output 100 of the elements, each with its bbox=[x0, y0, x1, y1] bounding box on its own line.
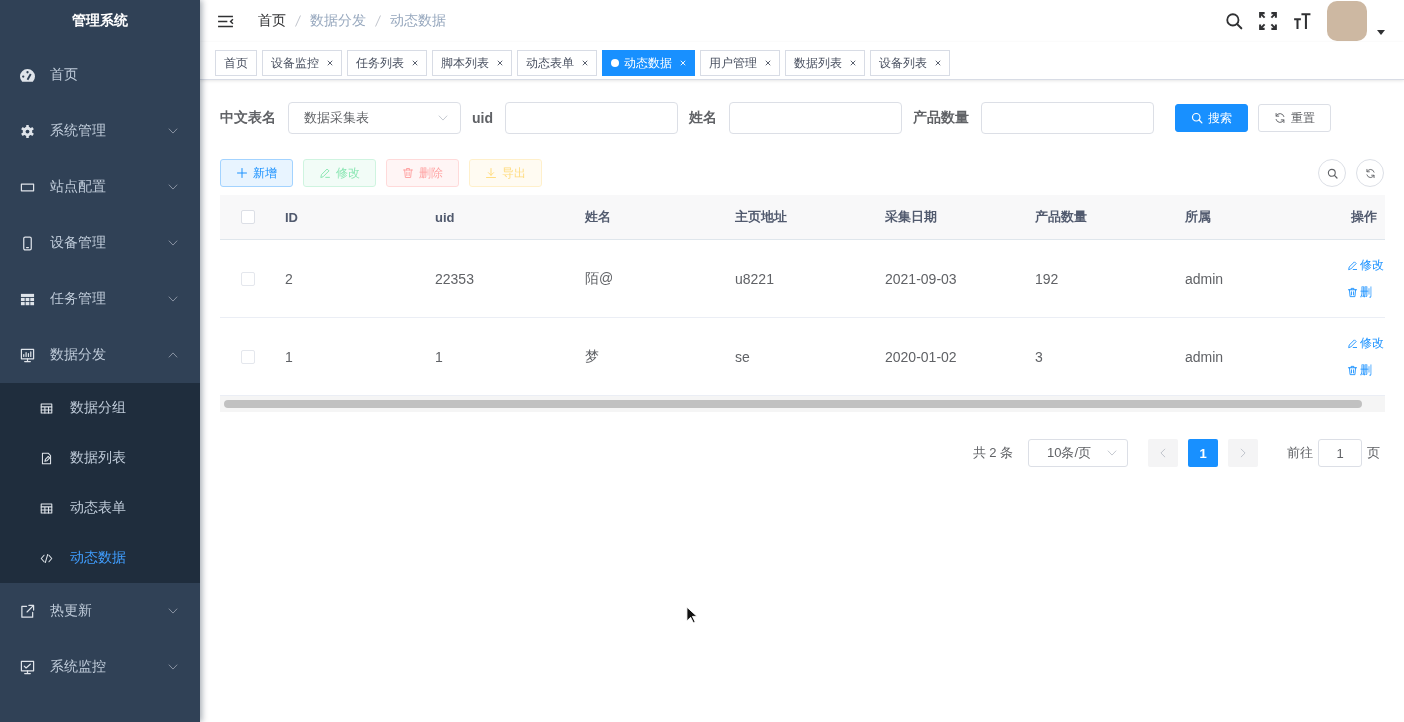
font-size-icon[interactable] bbox=[1293, 12, 1311, 30]
table-icon bbox=[40, 401, 53, 415]
column-header: 主页地址 bbox=[734, 208, 788, 226]
delete-link[interactable]: 删 bbox=[1347, 285, 1385, 299]
table-cell: 2021-09-03 bbox=[885, 270, 957, 287]
breadcrumb-item[interactable]: 首页 bbox=[258, 12, 286, 30]
slash-icon bbox=[295, 15, 301, 27]
close-icon[interactable] bbox=[850, 60, 856, 66]
column-header: 采集日期 bbox=[884, 208, 938, 226]
menu-item[interactable]: 首页 bbox=[0, 47, 200, 103]
reset-button[interactable]: 重置 bbox=[1258, 104, 1331, 132]
close-icon[interactable] bbox=[935, 60, 941, 66]
tab[interactable]: 数据列表 bbox=[785, 50, 865, 76]
avatar-placeholder[interactable] bbox=[1327, 1, 1367, 41]
chevron-down-icon bbox=[438, 115, 448, 121]
code-icon bbox=[40, 551, 53, 565]
select-field[interactable]: 数据采集表 bbox=[288, 102, 461, 134]
field-label: 中文表名 bbox=[220, 109, 277, 127]
menu-item[interactable]: 系统管理 bbox=[0, 103, 200, 159]
table-cell: 陌@ bbox=[585, 269, 614, 286]
tab[interactable]: 首页 bbox=[215, 50, 257, 76]
tab[interactable]: 动态表单 bbox=[517, 50, 597, 76]
refresh-icon bbox=[1364, 167, 1376, 179]
horizontal-scrollbar[interactable] bbox=[220, 396, 1385, 412]
external-link-icon bbox=[20, 603, 35, 619]
delete-link[interactable]: 删 bbox=[1347, 363, 1385, 377]
tab[interactable]: 脚本列表 bbox=[432, 50, 512, 76]
checkbox[interactable] bbox=[241, 210, 255, 224]
download-icon bbox=[485, 167, 497, 179]
slash-icon bbox=[375, 15, 381, 27]
gear-icon bbox=[20, 123, 35, 139]
column-header: 所属 bbox=[1184, 208, 1212, 226]
tab[interactable]: 设备监控 bbox=[262, 50, 342, 76]
search-toggle-button[interactable] bbox=[1318, 159, 1346, 187]
menu-item[interactable]: 设备管理 bbox=[0, 215, 200, 271]
close-icon[interactable] bbox=[582, 60, 588, 66]
fullscreen-icon[interactable] bbox=[1259, 12, 1277, 30]
tab[interactable]: 用户管理 bbox=[700, 50, 780, 76]
input-field[interactable] bbox=[729, 102, 902, 134]
table-icon bbox=[40, 501, 53, 515]
submenu-item[interactable]: 动态表单 bbox=[0, 483, 200, 533]
chevron-left-icon bbox=[1160, 448, 1166, 458]
page-number-input[interactable]: 1 bbox=[1318, 439, 1362, 467]
dot-icon bbox=[611, 59, 619, 67]
mouse-pointer-icon bbox=[686, 606, 697, 624]
column-header: ID bbox=[284, 209, 299, 225]
menu-item[interactable]: 任务管理 bbox=[0, 271, 200, 327]
menu-toggle-icon[interactable] bbox=[217, 14, 234, 28]
field-label: uid bbox=[472, 110, 494, 126]
table-cell: admin bbox=[1185, 270, 1224, 287]
breadcrumb-item: 动态数据 bbox=[390, 12, 446, 30]
table-cell: se bbox=[735, 348, 750, 365]
table-cell: 1 bbox=[435, 348, 443, 365]
page-size-select[interactable]: 10条/页 bbox=[1028, 439, 1128, 467]
table-cell: 2020-01-02 bbox=[885, 348, 957, 365]
menu-item[interactable]: 系统监控 bbox=[0, 639, 200, 695]
monitor-icon bbox=[20, 659, 35, 675]
menu-item[interactable]: 数据分发 bbox=[0, 327, 200, 383]
close-icon[interactable] bbox=[327, 60, 333, 66]
checkbox[interactable] bbox=[241, 349, 255, 364]
chevron-down-icon bbox=[1107, 450, 1117, 456]
tab[interactable]: 任务列表 bbox=[347, 50, 427, 76]
grid-icon bbox=[20, 291, 35, 307]
edit-link[interactable]: 修改 bbox=[1347, 258, 1385, 272]
search-icon[interactable] bbox=[1225, 12, 1243, 30]
submenu-item[interactable]: 数据列表 bbox=[0, 433, 200, 483]
chevron-right-icon bbox=[1240, 448, 1246, 458]
menu-item[interactable]: 热更新 bbox=[0, 583, 200, 639]
column-header: 操作 bbox=[1350, 208, 1378, 226]
scrollbar-thumb[interactable] bbox=[224, 400, 1362, 408]
tab[interactable]: 设备列表 bbox=[870, 50, 950, 76]
pencil-icon bbox=[1347, 337, 1358, 349]
close-icon[interactable] bbox=[497, 60, 503, 66]
page-label: 页 bbox=[1367, 444, 1380, 462]
trash-icon bbox=[1347, 286, 1358, 298]
breadcrumb-item: 数据分发 bbox=[310, 12, 366, 30]
goto-label: 前往 bbox=[1287, 444, 1313, 462]
column-header: 产品数量 bbox=[1034, 208, 1088, 226]
edit-link[interactable]: 修改 bbox=[1347, 336, 1385, 350]
table-cell: 梦 bbox=[585, 347, 599, 364]
input-field[interactable] bbox=[505, 102, 678, 134]
plus-icon bbox=[236, 167, 248, 179]
refresh-button[interactable] bbox=[1356, 159, 1384, 187]
table-cell: 2 bbox=[285, 270, 293, 287]
table-cell: 22353 bbox=[435, 270, 474, 287]
close-icon[interactable] bbox=[412, 60, 418, 66]
caret-icon[interactable] bbox=[1377, 29, 1385, 35]
monitor-chart-icon bbox=[20, 347, 35, 363]
trash-icon bbox=[402, 167, 414, 179]
checkbox[interactable] bbox=[241, 271, 255, 286]
table-cell: 192 bbox=[1035, 270, 1059, 287]
submenu-item[interactable]: 数据分组 bbox=[0, 383, 200, 433]
submenu-item[interactable]: 动态数据 bbox=[0, 533, 200, 583]
table-cell: u8221 bbox=[735, 270, 774, 287]
input-field[interactable] bbox=[981, 102, 1154, 134]
menu-item[interactable]: 站点配置 bbox=[0, 159, 200, 215]
close-icon[interactable] bbox=[765, 60, 771, 66]
table-cell: 1 bbox=[285, 348, 293, 365]
field-label: 产品数量 bbox=[913, 109, 970, 127]
trash-icon bbox=[1347, 364, 1358, 376]
